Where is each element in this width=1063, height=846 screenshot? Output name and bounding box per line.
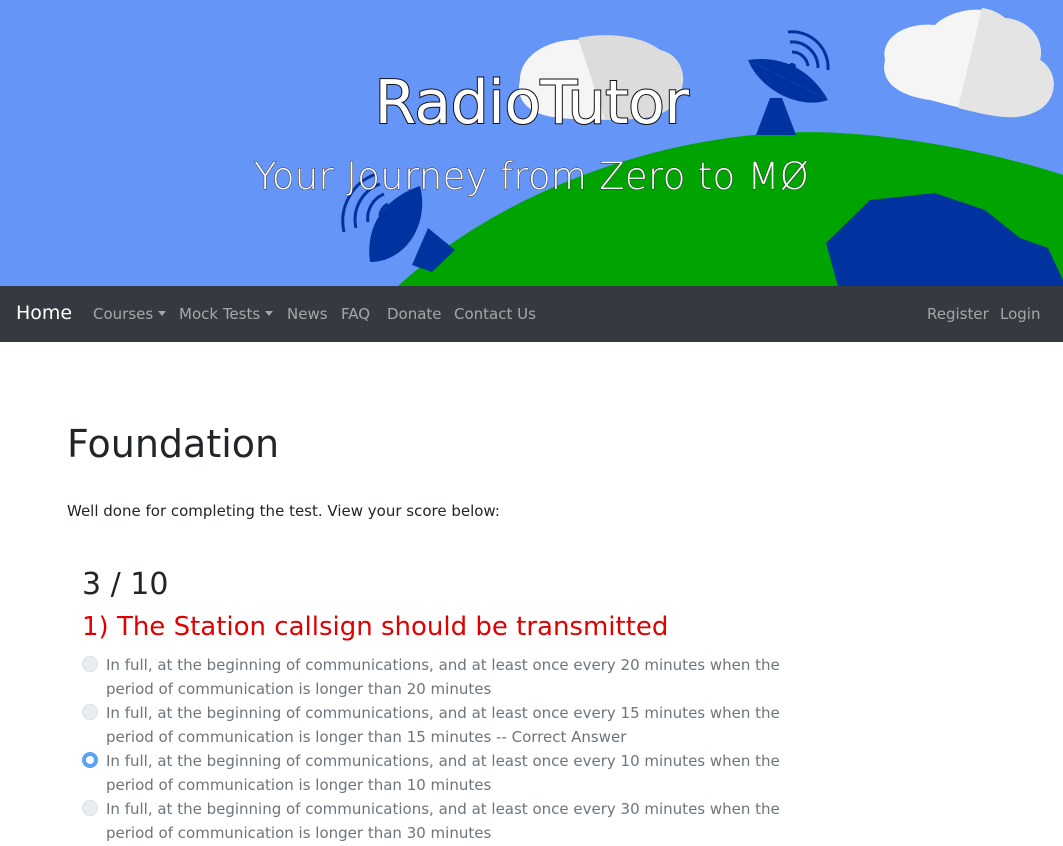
radio-button-icon[interactable] bbox=[82, 800, 98, 816]
radio-button-icon[interactable] bbox=[82, 656, 98, 672]
answer-text: In full, at the beginning of communicati… bbox=[106, 656, 780, 698]
answer-text: In full, at the beginning of communicati… bbox=[106, 752, 780, 794]
question-text: 1) The Station callsign should be transm… bbox=[82, 612, 669, 642]
nav-mock-tests-label: Mock Tests bbox=[179, 305, 261, 323]
site-subtitle: Your Journey from Zero to MØ bbox=[253, 155, 810, 199]
nav-donate-link[interactable]: Donate bbox=[387, 305, 442, 323]
page-title: Foundation bbox=[67, 422, 280, 466]
caret-down-icon bbox=[158, 311, 167, 316]
nav-courses-dropdown[interactable]: Courses bbox=[93, 305, 167, 323]
nav-login-link[interactable]: Login bbox=[1000, 305, 1040, 323]
site-title: RadioTutor bbox=[373, 67, 690, 139]
nav-mock-tests-dropdown[interactable]: Mock Tests bbox=[179, 305, 274, 323]
completion-message: Well done for completing the test. View … bbox=[67, 502, 500, 520]
answer-text: In full, at the beginning of communicati… bbox=[106, 800, 780, 842]
score-display: 3 / 10 bbox=[82, 567, 169, 602]
main-navbar: Home Courses Mock Tests News FAQ Donate … bbox=[0, 286, 1063, 342]
nav-courses-label: Courses bbox=[93, 305, 154, 323]
nav-home-link[interactable]: Home bbox=[16, 302, 72, 324]
hero-banner: RadioTutor Your Journey from Zero to MØ bbox=[0, 0, 1063, 286]
nav-register-link[interactable]: Register bbox=[927, 305, 989, 323]
radio-button-icon[interactable] bbox=[82, 752, 98, 768]
caret-down-icon bbox=[265, 311, 274, 316]
hero-illustration bbox=[341, 8, 1063, 286]
nav-contact-link[interactable]: Contact Us bbox=[454, 305, 536, 323]
radio-button-icon[interactable] bbox=[82, 704, 98, 720]
nav-faq-link[interactable]: FAQ bbox=[341, 305, 370, 323]
answer-text: In full, at the beginning of communicati… bbox=[106, 704, 780, 746]
nav-news-link[interactable]: News bbox=[287, 305, 328, 323]
